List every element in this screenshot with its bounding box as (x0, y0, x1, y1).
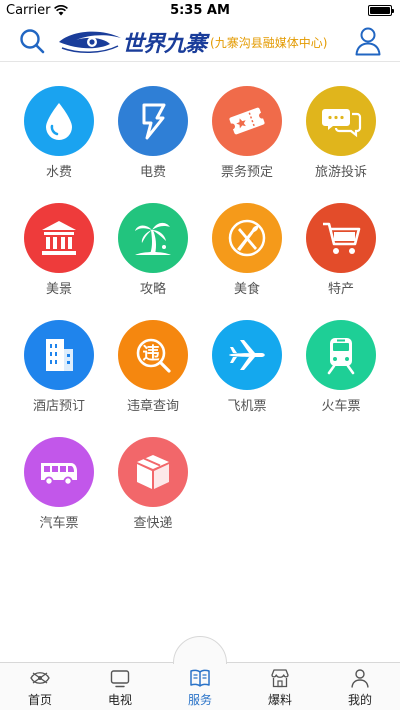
service-guide[interactable]: 攻略 (106, 203, 200, 300)
service-specialty[interactable]: 特产 (294, 203, 388, 300)
status-time: 5:35 AM (170, 3, 230, 18)
service-label: 电费 (139, 165, 166, 180)
service-label: 美食 (233, 282, 260, 297)
service-complaint[interactable]: 旅游投诉 (294, 86, 388, 183)
package-icon (118, 437, 188, 507)
app-header: 世界九寨 (九寨沟县融媒体中心) (0, 22, 400, 62)
service-label: 飞机票 (227, 399, 267, 414)
person-icon (351, 669, 369, 688)
shopping-cart-icon (306, 203, 376, 273)
tab-tv[interactable]: 电视 (80, 663, 160, 710)
service-label: 火车票 (321, 399, 361, 414)
tab-label: 爆料 (267, 693, 292, 707)
service-label: 旅游投诉 (314, 165, 367, 180)
service-label: 攻略 (139, 282, 166, 297)
user-icon[interactable] (354, 26, 382, 56)
landmark-icon (24, 203, 94, 273)
train-icon (306, 320, 376, 390)
service-label: 违章查询 (126, 399, 179, 414)
service-label: 查快递 (133, 516, 173, 531)
service-label: 酒店预订 (32, 399, 85, 414)
service-bus[interactable]: 汽车票 (12, 437, 106, 534)
search-icon[interactable] (18, 27, 46, 55)
tab-label: 电视 (107, 693, 132, 707)
lightning-icon (118, 86, 188, 156)
chat-bubbles-icon (306, 86, 376, 156)
service-grid: 水费 电费 票务预定 旅游投诉 美景 攻略 美食 特产 酒店预订 违 违章查询 … (12, 86, 388, 534)
status-bar: Carrier 5:35 AM (0, 0, 400, 22)
tab-tipoff[interactable]: 爆料 (240, 663, 320, 710)
logo-title: 世界九寨 (122, 31, 207, 57)
airplane-icon (212, 320, 282, 390)
tab-home[interactable]: 首页 (0, 663, 80, 710)
app-logo: 世界九寨 (九寨沟县融媒体中心) (58, 26, 346, 58)
shop-icon (271, 669, 289, 688)
violation-search-icon: 违 (118, 320, 188, 390)
service-ticket-booking[interactable]: 票务预定 (200, 86, 294, 183)
tab-label: 服务 (187, 693, 212, 707)
tab-label: 首页 (27, 693, 52, 707)
service-label: 水费 (45, 165, 72, 180)
service-electricity[interactable]: 电费 (106, 86, 200, 183)
service-scenery[interactable]: 美景 (12, 203, 106, 300)
service-label: 票务预定 (220, 165, 273, 180)
water-drop-icon (24, 86, 94, 156)
service-water[interactable]: 水费 (12, 86, 106, 183)
logo-subtitle: (九寨沟县融媒体中心) (210, 35, 328, 50)
palm-tree-icon (118, 203, 188, 273)
bottom-tab-bar: 首页 电视 服务 爆料 我的 (0, 636, 400, 710)
tab-mine[interactable]: 我的 (320, 663, 400, 710)
service-flight[interactable]: 飞机票 (200, 320, 294, 417)
service-express[interactable]: 查快递 (106, 437, 200, 534)
hotel-building-icon (24, 320, 94, 390)
ticket-icon (212, 86, 282, 156)
service-label: 美景 (45, 282, 72, 297)
service-train[interactable]: 火车票 (294, 320, 388, 417)
service-label: 特产 (327, 282, 354, 297)
tab-service[interactable]: 服务 (160, 663, 240, 710)
bus-icon (24, 437, 94, 507)
tv-icon (110, 670, 130, 688)
service-violation[interactable]: 违 违章查询 (106, 320, 200, 417)
book-icon (190, 669, 210, 687)
tab-label: 我的 (347, 693, 372, 707)
eye-logo-icon (59, 31, 121, 53)
service-hotel[interactable]: 酒店预订 (12, 320, 106, 417)
home-logo-icon (30, 672, 50, 684)
fork-knife-icon (212, 203, 282, 273)
service-label: 汽车票 (39, 516, 79, 531)
battery-icon (368, 5, 394, 16)
svg-text:违: 违 (143, 343, 160, 364)
service-food[interactable]: 美食 (200, 203, 294, 300)
